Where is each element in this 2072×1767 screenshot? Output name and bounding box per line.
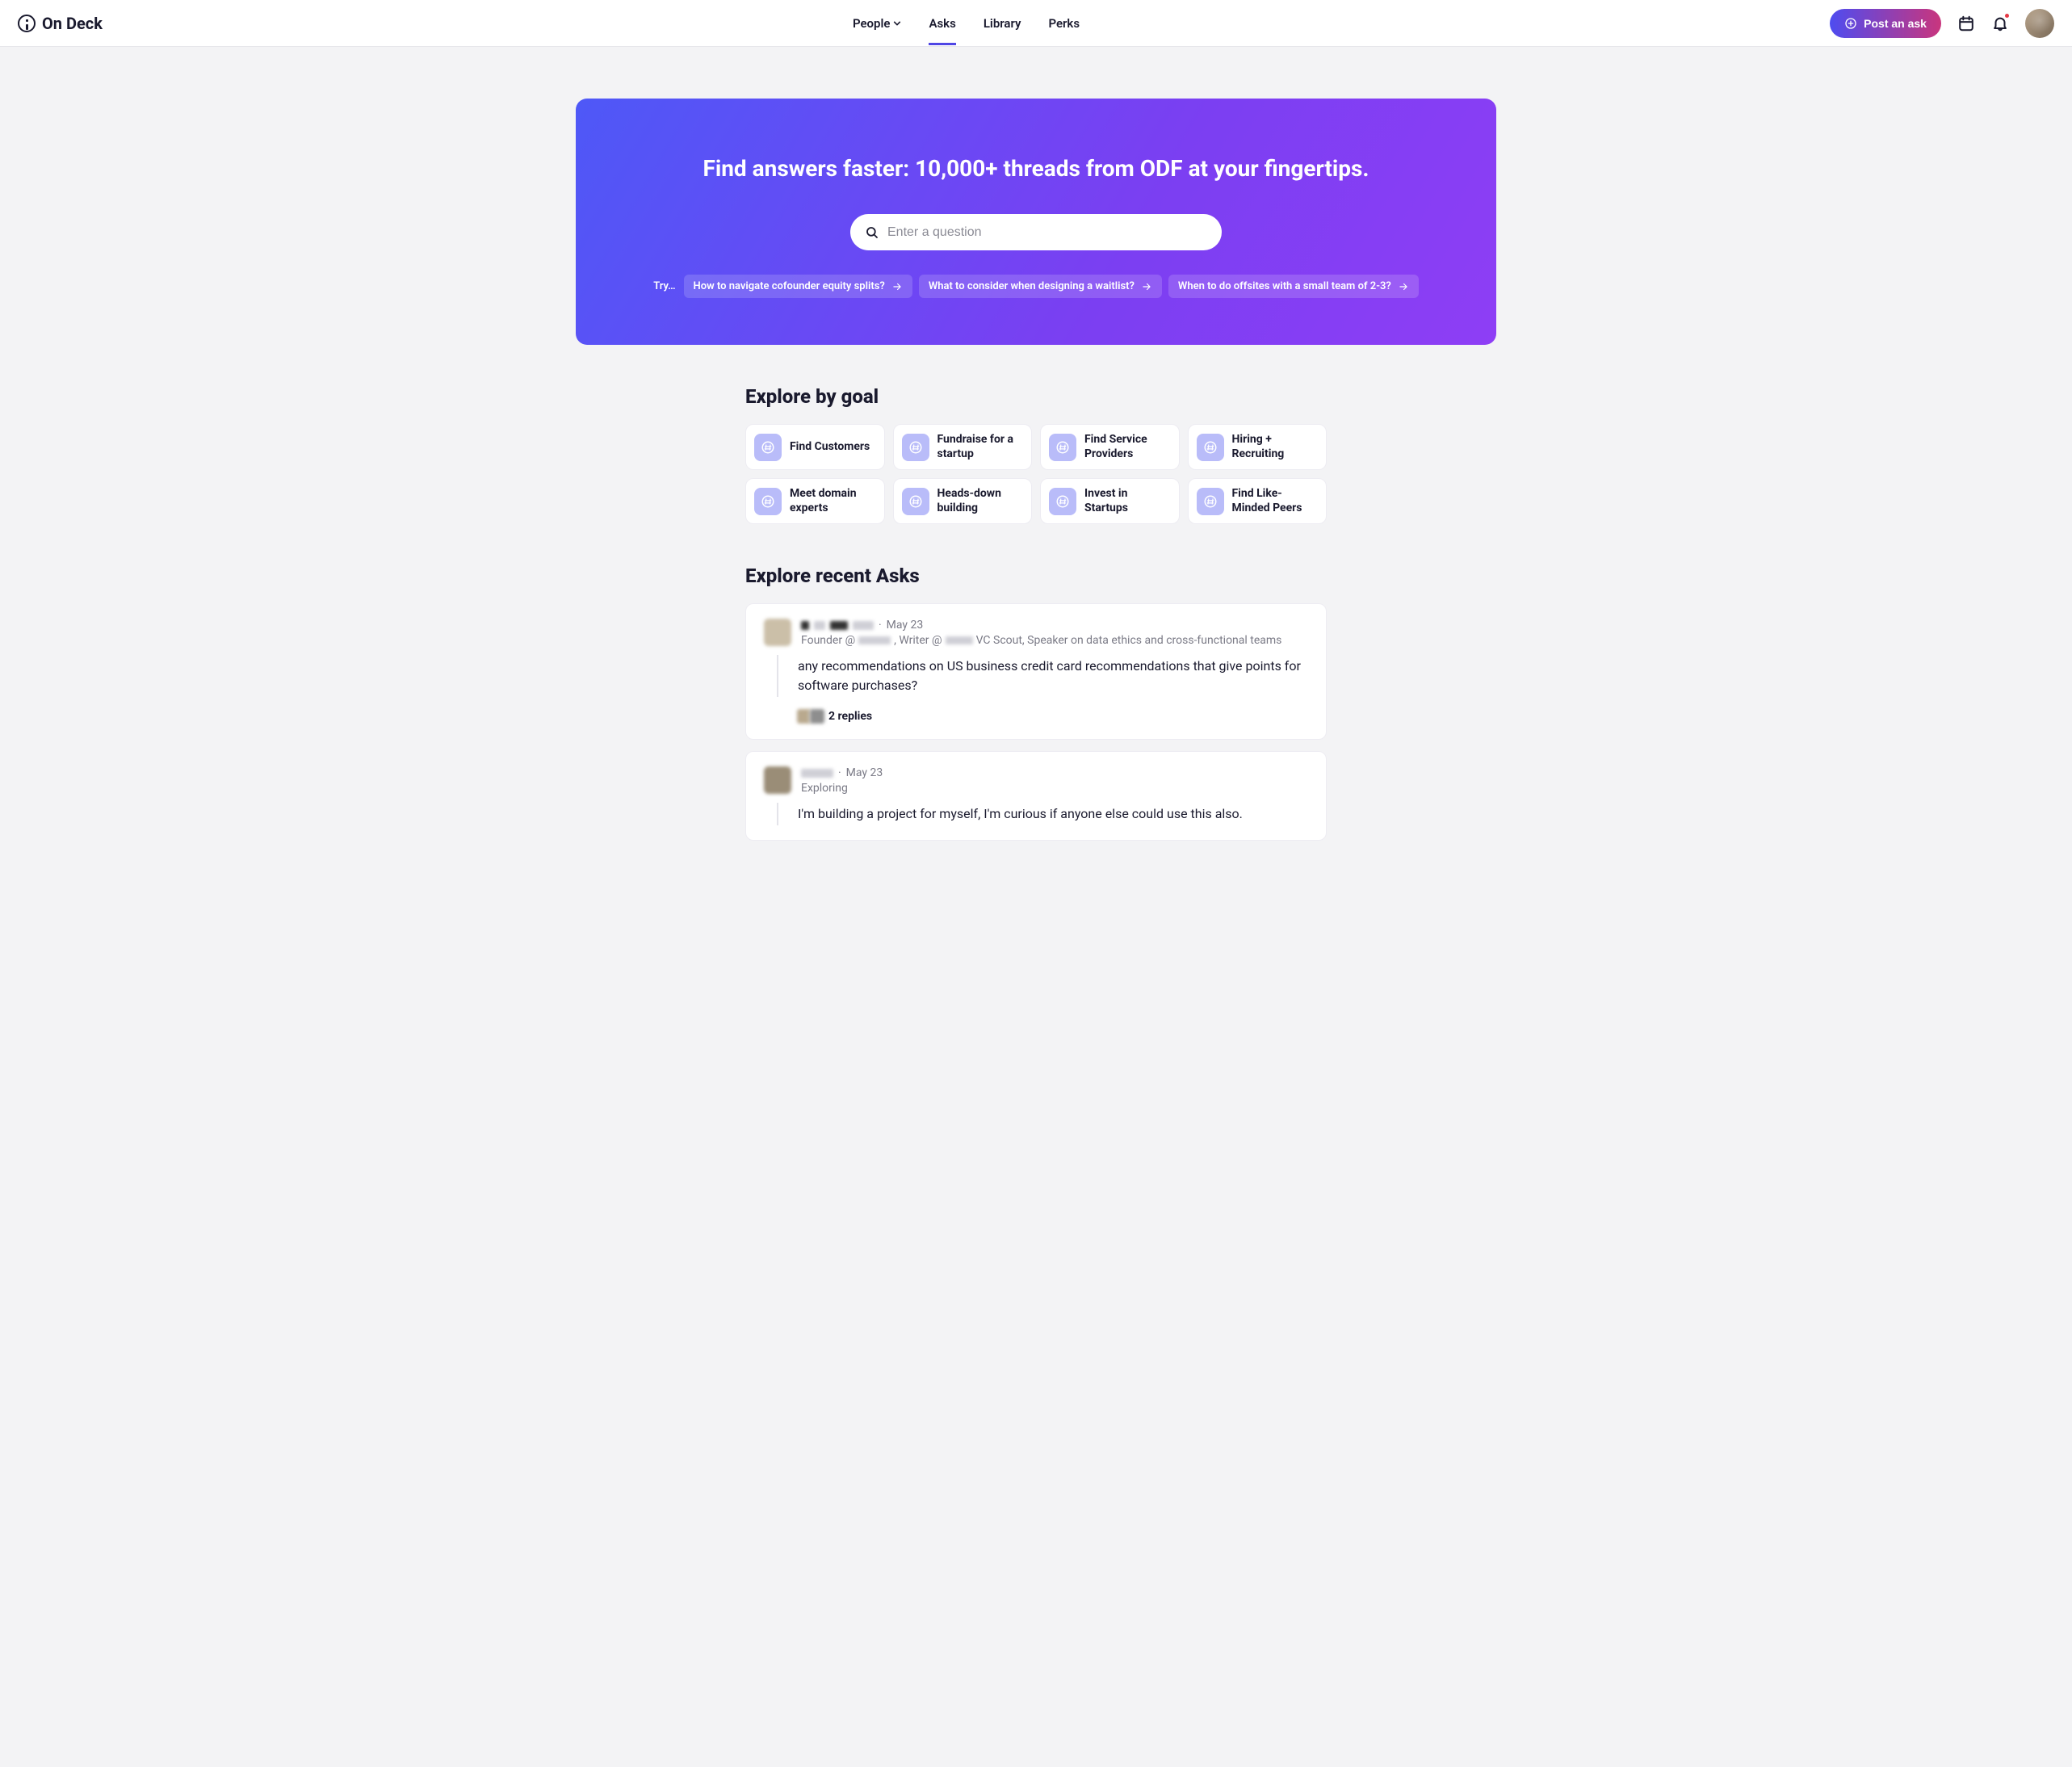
goal-card[interactable]: Find Service Providers [1040, 424, 1180, 470]
redacted-company [946, 636, 973, 644]
logo-icon [18, 15, 36, 32]
notifications-button[interactable] [1991, 15, 2009, 32]
goal-card[interactable]: Fundraise for a startup [893, 424, 1033, 470]
calendar-button[interactable] [1957, 15, 1975, 32]
ask-author-row: · May 23 [801, 766, 1308, 779]
ask-subtitle: Founder @ , Writer @ VC Scout, Speaker o… [801, 634, 1308, 647]
ask-separator: · [879, 619, 882, 632]
reply-avatar [809, 708, 825, 724]
ask-subtitle: Exploring [801, 782, 1308, 795]
ask-body-text: I'm building a project for myself, I'm c… [798, 804, 1308, 824]
ask-separator: · [838, 766, 841, 779]
main-nav: People Asks Library Perks [853, 2, 1080, 45]
ask-replies[interactable]: 2 replies [796, 708, 1308, 724]
goal-card[interactable]: Heads-down building [893, 478, 1033, 524]
search-icon [865, 225, 879, 240]
ask-author-row: · May 23 [801, 619, 1308, 632]
post-ask-label: Post an ask [1864, 17, 1927, 30]
brand-logo[interactable]: On Deck [18, 14, 103, 33]
search-bar[interactable] [850, 214, 1222, 250]
nav-perks-label: Perks [1048, 16, 1080, 31]
goal-card[interactable]: Hiring + Recruiting [1188, 424, 1328, 470]
arrow-right-icon [891, 281, 903, 292]
explore-by-goal: Explore by goal Find Customers Fundraise… [737, 385, 1335, 524]
goal-label: Find Service Providers [1084, 433, 1171, 461]
nav-asks[interactable]: Asks [929, 2, 955, 45]
hash-icon [902, 488, 929, 515]
suggestion-chip[interactable]: What to consider when designing a waitli… [919, 275, 1162, 298]
ask-avatar [764, 766, 791, 794]
header-actions: Post an ask [1830, 9, 2054, 38]
plus-circle-icon [1844, 17, 1857, 30]
goal-label: Fundraise for a startup [937, 433, 1024, 461]
hero-title: Find answers faster: 10,000+ threads fro… [600, 155, 1472, 182]
goals-heading: Explore by goal [745, 385, 1327, 408]
user-avatar[interactable] [2025, 9, 2054, 38]
ask-card[interactable]: · May 23 Founder @ , Writer @ VC Scout, … [745, 603, 1327, 740]
subtitle-text: Founder @ [801, 634, 855, 647]
ask-card[interactable]: · May 23 Exploring I'm building a projec… [745, 751, 1327, 841]
ask-body-text: any recommendations on US business credi… [798, 657, 1308, 695]
goal-label: Meet domain experts [790, 487, 876, 515]
brand-name: On Deck [42, 14, 103, 33]
goal-label: Find Customers [790, 440, 870, 455]
redacted-name [801, 621, 809, 630]
redacted-name [814, 621, 825, 630]
ask-date: May 23 [846, 766, 883, 779]
hero-banner: Find answers faster: 10,000+ threads fro… [576, 99, 1496, 345]
hash-icon [1049, 434, 1076, 461]
try-label: Try… [653, 280, 675, 292]
search-input[interactable] [887, 225, 1207, 240]
hash-icon [754, 434, 782, 461]
goal-card[interactable]: Invest in Startups [1040, 478, 1180, 524]
calendar-icon [1957, 15, 1975, 32]
goal-card[interactable]: Find Customers [745, 424, 885, 470]
nav-library[interactable]: Library [984, 2, 1021, 45]
goal-label: Invest in Startups [1084, 487, 1171, 515]
subtitle-text: , Writer @ [894, 634, 942, 647]
ask-date: May 23 [887, 619, 924, 632]
suggestion-chip[interactable]: When to do offsites with a small team of… [1168, 275, 1419, 298]
recent-asks: Explore recent Asks · May 23 Founder @ ,… [737, 565, 1335, 860]
hash-icon [1197, 434, 1224, 461]
goal-card[interactable]: Find Like-Minded Peers [1188, 478, 1328, 524]
reply-count: 2 replies [828, 710, 872, 723]
subtitle-text: VC Scout, Speaker on data ethics and cro… [976, 634, 1282, 647]
subtitle-text: Exploring [801, 782, 848, 795]
goal-label: Find Like-Minded Peers [1232, 487, 1319, 515]
suggestion-label: What to consider when designing a waitli… [929, 280, 1135, 292]
nav-people[interactable]: People [853, 2, 902, 45]
arrow-right-icon [1141, 281, 1152, 292]
goal-label: Hiring + Recruiting [1232, 433, 1319, 461]
suggestion-chip[interactable]: How to navigate cofounder equity splits? [684, 275, 912, 298]
arrow-right-icon [1398, 281, 1409, 292]
hash-icon [754, 488, 782, 515]
redacted-name [801, 769, 833, 778]
nav-library-label: Library [984, 16, 1021, 31]
suggestion-label: How to navigate cofounder equity splits? [694, 280, 885, 292]
chevron-down-icon [893, 19, 901, 27]
hash-icon [1197, 488, 1224, 515]
redacted-company [858, 636, 891, 644]
post-ask-button[interactable]: Post an ask [1830, 9, 1941, 38]
try-suggestions: Try… How to navigate cofounder equity sp… [600, 275, 1472, 298]
recent-heading: Explore recent Asks [745, 565, 1327, 587]
goal-grid: Find Customers Fundraise for a startup F… [745, 424, 1327, 524]
suggestion-label: When to do offsites with a small team of… [1178, 280, 1391, 292]
nav-perks[interactable]: Perks [1048, 2, 1080, 45]
goal-label: Heads-down building [937, 487, 1024, 515]
top-header: On Deck People Asks Library Perks Post a… [0, 0, 2072, 47]
notification-dot [2005, 14, 2009, 18]
ask-avatar [764, 619, 791, 646]
goal-card[interactable]: Meet domain experts [745, 478, 885, 524]
hash-icon [1049, 488, 1076, 515]
redacted-name [853, 621, 874, 630]
redacted-name [830, 621, 848, 630]
reply-avatars [796, 708, 822, 724]
nav-people-label: People [853, 16, 891, 31]
hash-icon [902, 434, 929, 461]
nav-asks-label: Asks [929, 16, 955, 31]
